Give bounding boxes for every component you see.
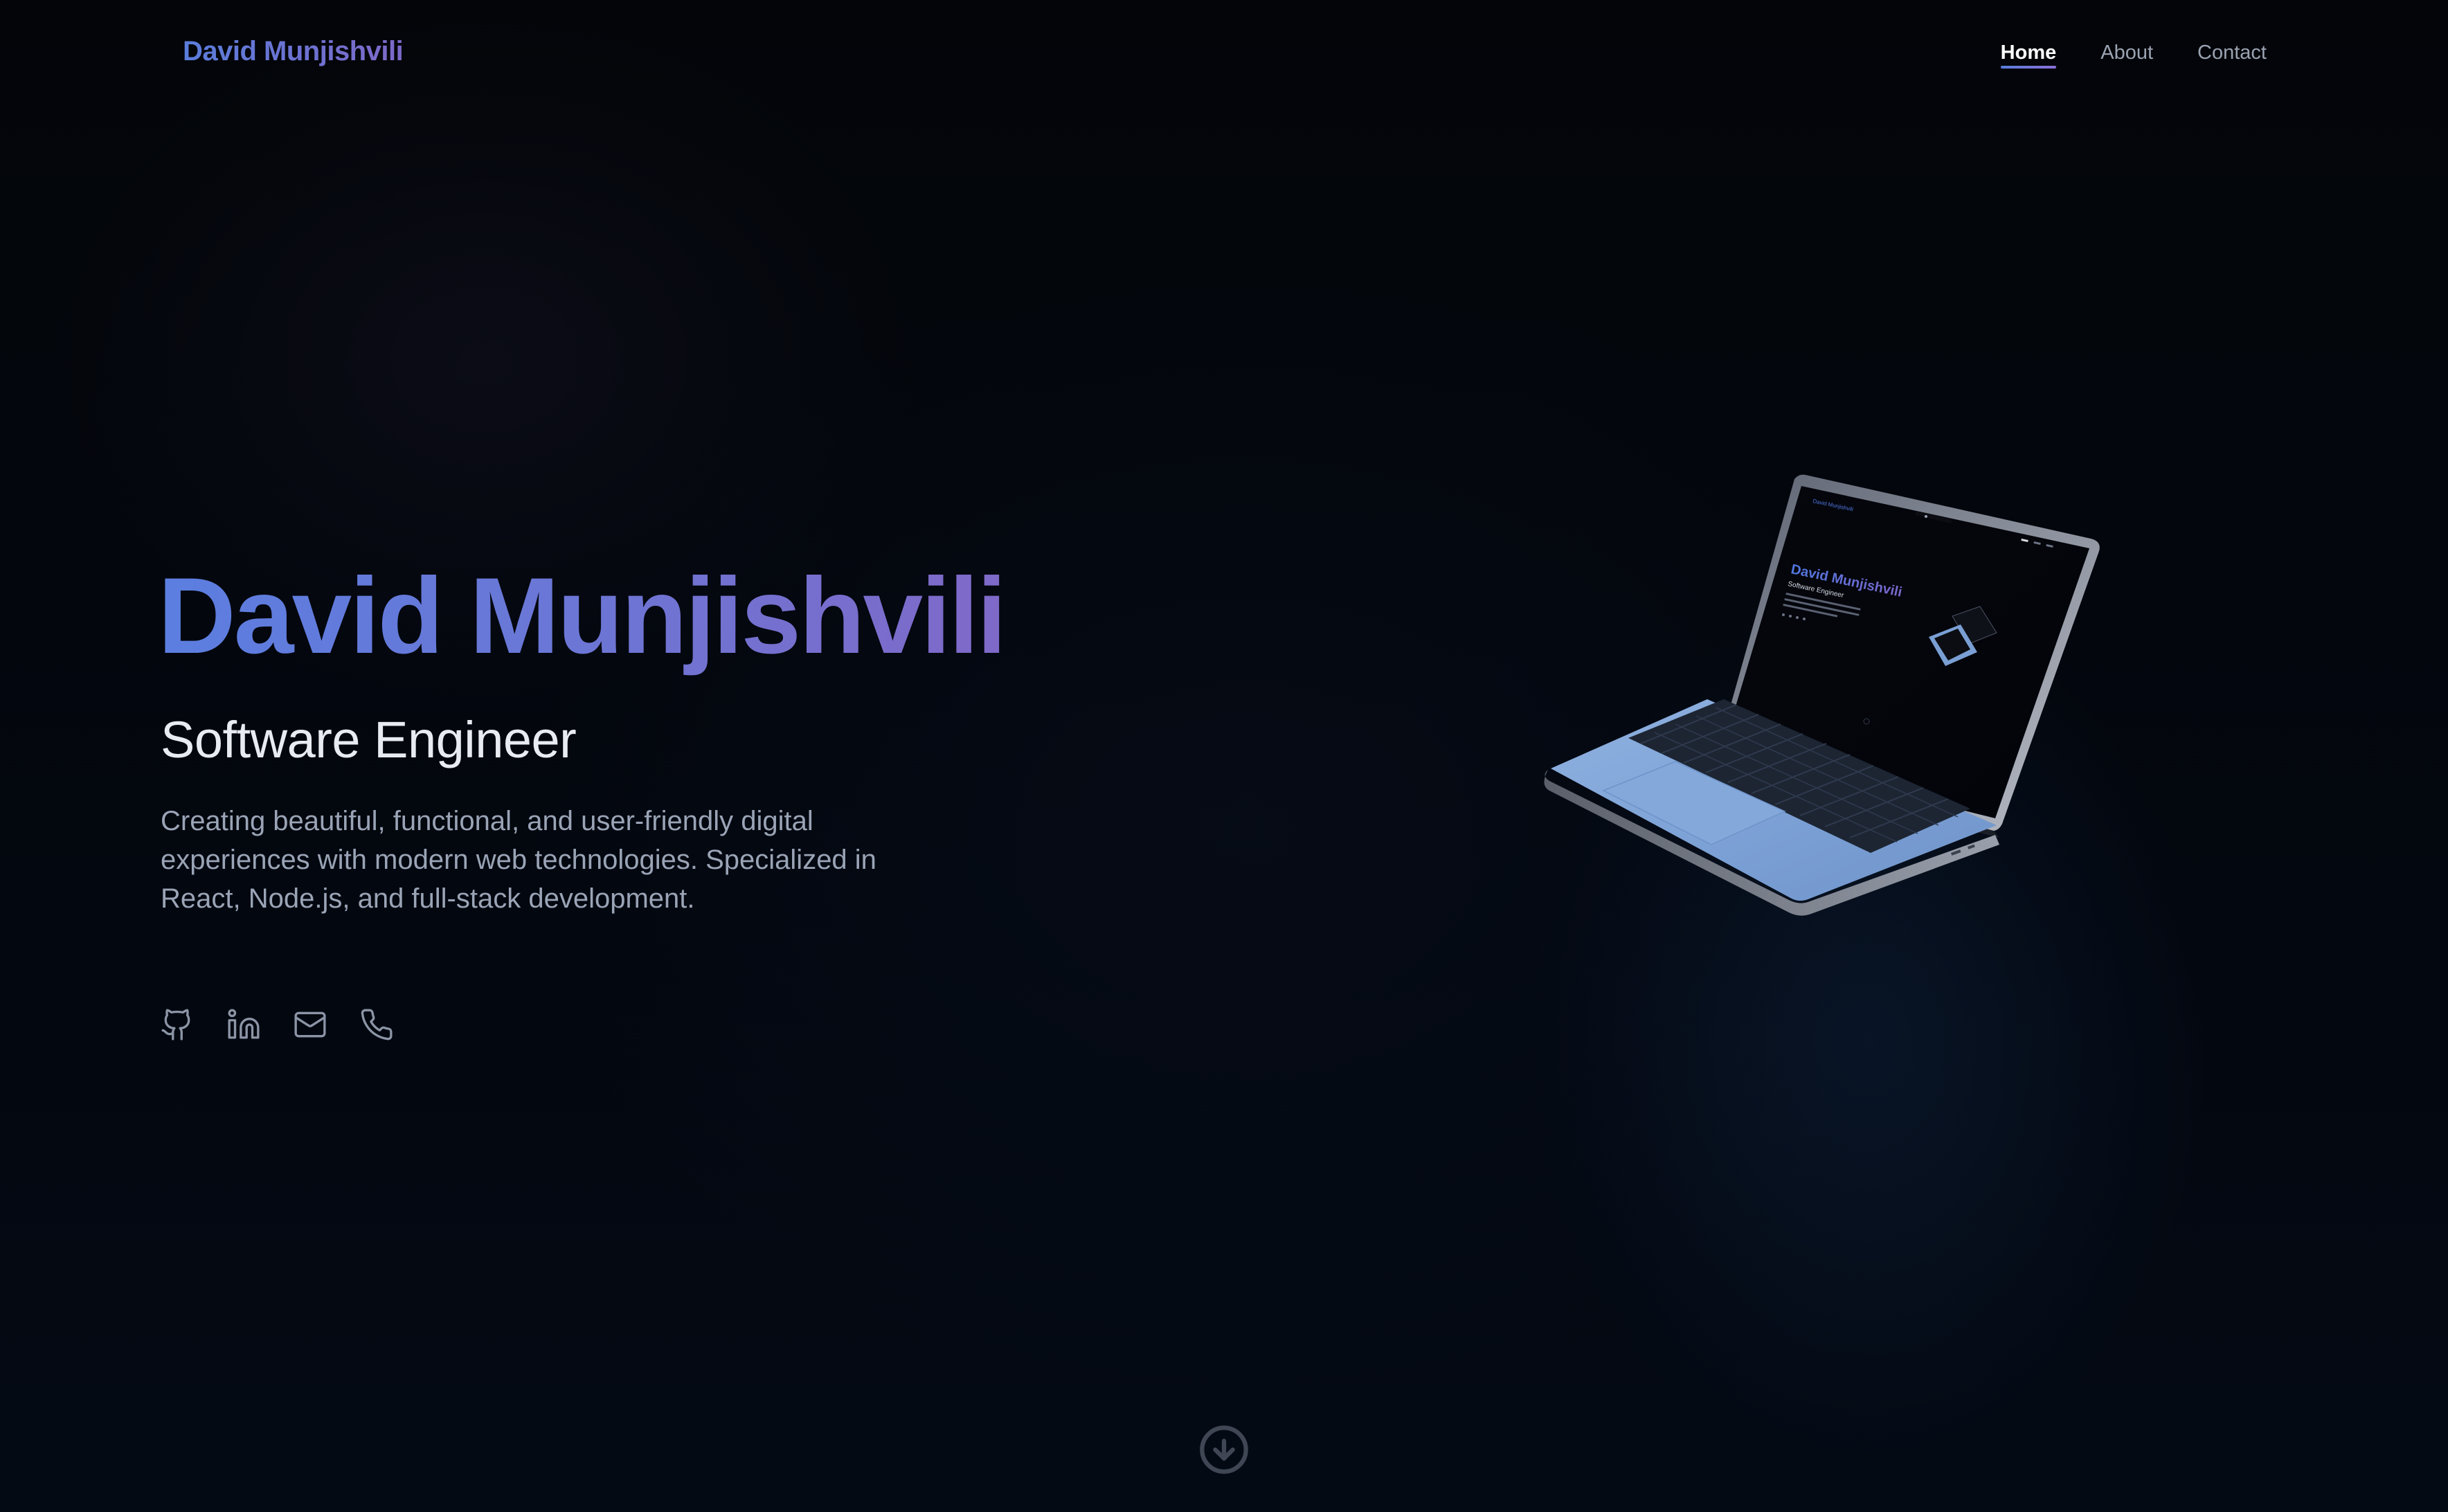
hero-title: David Munjishvili	[158, 562, 1007, 687]
arrow-down-circle-icon	[1200, 1425, 1248, 1474]
github-icon	[161, 1009, 190, 1041]
mail-icon	[294, 1011, 326, 1038]
linkedin-icon	[228, 1009, 260, 1039]
hero-description: Creating beautiful, functional, and user…	[161, 806, 876, 914]
nav-link-about[interactable]: About	[2100, 42, 2153, 69]
main-nav: Home About Contact	[2000, 42, 2267, 69]
linkedin-link[interactable]	[226, 1007, 262, 1043]
phone-icon	[361, 1009, 393, 1041]
email-link[interactable]	[292, 1007, 328, 1043]
nav-link-contact[interactable]: Contact	[2197, 42, 2267, 69]
brand-logo[interactable]: David Munjishvili	[183, 36, 404, 67]
hero-subtitle: Software Engineer	[161, 711, 577, 768]
nav-link-home[interactable]: Home	[2000, 42, 2056, 69]
phone-link[interactable]	[359, 1007, 395, 1043]
github-link[interactable]	[159, 1007, 195, 1043]
social-links	[159, 1007, 395, 1043]
scroll-down-button[interactable]	[1198, 1423, 1250, 1476]
portfolio-page: David Munjishvili Home About Contact Dav…	[0, 0, 2448, 1512]
laptop-illustration: David Munjishvili David Munjishvili Soft…	[1544, 474, 2100, 916]
